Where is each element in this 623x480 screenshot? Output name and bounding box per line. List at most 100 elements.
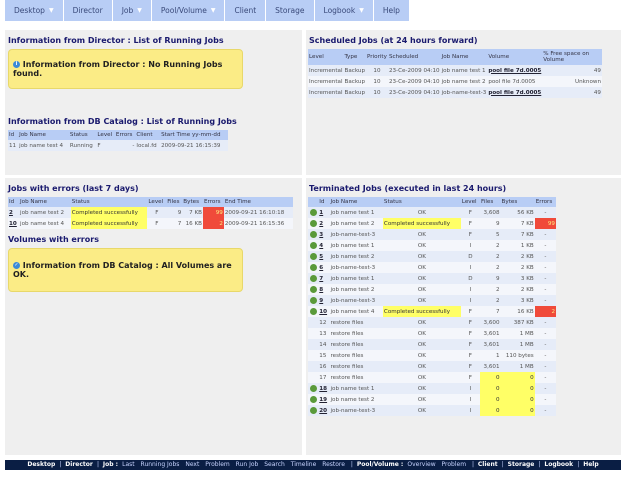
- volume-link[interactable]: pool file 7d.0005: [488, 90, 541, 96]
- job-id-link[interactable]: 3: [319, 232, 323, 238]
- job-id-link[interactable]: 7: [319, 276, 323, 282]
- cell: [308, 229, 319, 240]
- cell: 99: [534, 218, 556, 229]
- footer-link[interactable]: Director: [65, 461, 95, 468]
- cell[interactable]: pool file 7d.0005: [487, 65, 543, 76]
- job-id-link[interactable]: 19: [319, 397, 327, 403]
- job-id-link[interactable]: 10: [9, 221, 17, 227]
- cell: OK: [382, 328, 461, 339]
- menu-storage[interactable]: Storage: [266, 0, 315, 21]
- table-row: 4 job name test 1 OK I 2 1 KB -: [308, 240, 556, 251]
- cell[interactable]: 19: [318, 394, 330, 405]
- job-id-link[interactable]: 4: [319, 243, 323, 249]
- cell: OK: [382, 361, 461, 372]
- cell[interactable]: 4: [318, 240, 330, 251]
- footer-link[interactable]: Problem: [205, 461, 231, 468]
- cell: -: [534, 317, 556, 328]
- cell: Completed successfully: [382, 218, 461, 229]
- footer-link[interactable]: Pool/Volume :: [357, 461, 406, 468]
- cell: [308, 218, 319, 229]
- errors-panel: Jobs with errors (last 7 days) Id Job Nam…: [5, 178, 302, 455]
- job-id-link[interactable]: 1: [319, 210, 323, 216]
- cell[interactable]: 20: [318, 405, 330, 416]
- column-header: Id: [8, 130, 19, 140]
- cell: -: [534, 361, 556, 372]
- table-row: Incremental Backup 10 23-Ce-2009 04:10 job-n…: [308, 87, 602, 98]
- menu-client[interactable]: Client: [225, 0, 267, 21]
- cell[interactable]: pool file 7d.0005: [487, 76, 543, 87]
- job-id-link[interactable]: 5: [319, 254, 323, 260]
- menu-director[interactable]: Director: [64, 0, 113, 21]
- cell[interactable]: 5: [318, 251, 330, 262]
- footer-link[interactable]: Timeline: [291, 461, 318, 468]
- footer-link[interactable]: Restore: [322, 461, 347, 468]
- job-id-link[interactable]: 8: [319, 287, 323, 293]
- cell: Incremental: [308, 87, 344, 98]
- footer-link[interactable]: Problem: [442, 461, 468, 468]
- cell: I: [460, 284, 480, 295]
- cell[interactable]: 2: [8, 207, 20, 218]
- cell[interactable]: pool file 7d.0005: [487, 87, 543, 98]
- footer-link[interactable]: Search: [264, 461, 287, 468]
- job-id-link[interactable]: 9: [319, 298, 323, 304]
- table-row: 1 job name test 1 OK F 3,608 56 KB -: [308, 207, 556, 218]
- menu-pool-volume[interactable]: Pool/Volume ▼: [152, 0, 226, 21]
- menu-logbook[interactable]: Logbook ▼: [315, 0, 374, 21]
- table-row: 14 restore files OK F 3,601 1 MB -: [308, 339, 556, 350]
- cell[interactable]: 8: [318, 284, 330, 295]
- footer-link[interactable]: Running Jobs: [141, 461, 182, 468]
- separator: |: [471, 461, 476, 468]
- cell: Backup: [343, 76, 367, 87]
- footer-link[interactable]: Job :: [103, 461, 120, 468]
- scheduled-panel: Scheduled Jobs (at 24 hours forward) Lev…: [306, 30, 621, 175]
- cell: Incremental: [308, 76, 344, 87]
- cell: 13: [318, 328, 330, 339]
- scheduled-jobs-table: Level Type Priority Scheduled Job Name Volume…: [308, 49, 602, 98]
- job-id-link[interactable]: 6: [319, 265, 323, 271]
- footer-link[interactable]: Client: [478, 461, 500, 468]
- footer-link[interactable]: Last: [122, 461, 136, 468]
- menu-job[interactable]: Job ▼: [113, 0, 152, 21]
- job-id-link[interactable]: 2: [319, 221, 323, 227]
- cell: F: [460, 328, 480, 339]
- cell[interactable]: 10: [8, 218, 20, 229]
- cell: 1 KB: [500, 240, 535, 251]
- column-header: Type: [343, 49, 367, 65]
- cell: 7: [166, 218, 183, 229]
- footer-link[interactable]: Next: [185, 461, 201, 468]
- cell: Completed successfully: [70, 207, 148, 218]
- cell: 3,608: [479, 207, 501, 218]
- cell[interactable]: 3: [318, 229, 330, 240]
- cell[interactable]: 6: [318, 262, 330, 273]
- cell: -: [534, 350, 556, 361]
- job-id-link[interactable]: 18: [319, 386, 327, 392]
- job-id-link[interactable]: 2: [9, 210, 13, 216]
- job-id-link[interactable]: 20: [319, 408, 327, 414]
- cell[interactable]: 9: [318, 295, 330, 306]
- cell: 0: [479, 372, 501, 383]
- cell: [308, 361, 319, 372]
- cell[interactable]: 7: [318, 273, 330, 284]
- menu-help[interactable]: Help: [374, 0, 410, 21]
- scheduled-title: Scheduled Jobs (at 24 hours forward): [309, 36, 478, 45]
- footer-link[interactable]: Help: [583, 461, 598, 468]
- chevron-down-icon: ▼: [137, 7, 142, 14]
- cell[interactable]: 1: [318, 207, 330, 218]
- cell: F: [460, 317, 480, 328]
- cell: restore files: [329, 372, 383, 383]
- column-header: Scheduled: [387, 49, 441, 65]
- cell: F: [460, 229, 480, 240]
- separator: |: [577, 461, 582, 468]
- footer-link[interactable]: Logbook: [544, 461, 575, 468]
- footer-link[interactable]: Desktop: [27, 461, 57, 468]
- footer-link[interactable]: Overview: [407, 461, 437, 468]
- cell: F: [96, 140, 115, 151]
- volume-link[interactable]: pool file 7d.0005: [488, 68, 541, 74]
- cell[interactable]: 10: [318, 306, 330, 317]
- cell[interactable]: 2: [318, 218, 330, 229]
- footer-link[interactable]: Run Job: [236, 461, 261, 468]
- footer-link[interactable]: Storage: [508, 461, 537, 468]
- cell[interactable]: 18: [318, 383, 330, 394]
- menu-desktop[interactable]: Desktop ▼: [5, 0, 64, 21]
- job-id-link[interactable]: 10: [319, 309, 327, 315]
